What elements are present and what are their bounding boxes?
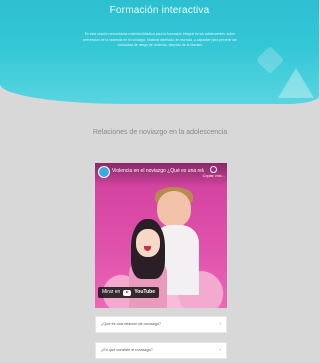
hero-title: Formación interactiva — [109, 5, 210, 16]
video-title[interactable]: Violencia en el noviazgo ¿Qué es una rel… — [112, 168, 204, 174]
channel-avatar-icon[interactable] — [98, 166, 110, 178]
chevron-right-icon: › — [219, 347, 221, 353]
youtube-play-icon — [123, 289, 132, 296]
hero-description: En esta sección encontrarás material did… — [83, 32, 237, 48]
copy-link-button[interactable]: Copiar vínc... — [203, 174, 225, 178]
accordion-item[interactable]: ¿En qué consiste el noviazgo? › — [95, 342, 227, 359]
youtube-video-embed[interactable]: Violencia en el noviazgo ¿Qué es una rel… — [95, 163, 227, 308]
accordion-item-label: ¿Qué es una relación de noviazgo? — [101, 322, 161, 326]
chevron-right-icon: › — [219, 321, 221, 327]
watch-later-icon[interactable] — [210, 166, 217, 173]
youtube-brand: YouTube — [134, 289, 155, 295]
girl-face-illustration — [136, 229, 160, 257]
accordion-item-label: ¿En qué consiste el noviazgo? — [101, 348, 153, 352]
watch-on-youtube-button[interactable]: Mirar en YouTube — [98, 287, 159, 298]
section-title: Relaciones de noviazgo en la adolescenci… — [92, 129, 228, 136]
hero-banner: Formación interactiva En esta sección en… — [0, 0, 319, 104]
boy-head-illustration — [157, 191, 191, 227]
watch-on-label: Mirar en — [102, 289, 121, 295]
hero-decor-triangle — [278, 68, 314, 98]
accordion-item[interactable]: ¿Qué es una relación de noviazgo? › — [95, 316, 227, 333]
